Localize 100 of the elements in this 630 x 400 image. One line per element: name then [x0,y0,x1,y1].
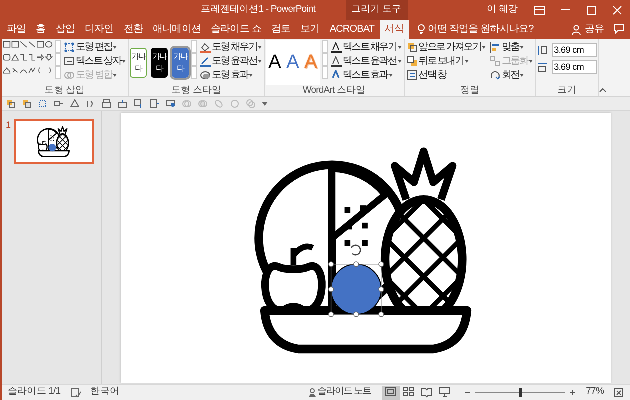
ribbon-command[interactable]: 도형 효과 [198,68,263,82]
plus-icon[interactable] [569,389,576,396]
view-button[interactable] [382,386,400,400]
person-icon [572,24,581,34]
height-field[interactable]: 3.69 cm [552,43,598,57]
pen-icon [200,56,211,66]
shadow-shape-icon [200,70,211,80]
ribbon-tab[interactable]: 보기 [296,20,325,39]
shape-tool-icon[interactable] [54,98,64,108]
user-name: 이 혜강 [486,2,518,17]
ribbon-tab[interactable]: 디자인 [80,20,119,39]
paint-bucket-icon [200,42,211,52]
comment-icon [614,24,625,34]
ribbon-command[interactable]: 텍스트 상자 [63,54,127,68]
ribbon-command[interactable]: 텍스트 채우기 [330,40,403,54]
caret-icon [388,74,393,76]
caret-icon [464,60,469,62]
align-icon [490,42,502,52]
ribbon-command[interactable]: 텍스트 윤곽선 [330,54,403,68]
caret-icon [520,74,524,76]
spell-check-icon[interactable] [70,388,81,398]
ribbon-command[interactable]: 앞으로 가져오기 [406,40,488,54]
slide-counter: 슬라이드 1/1 [8,385,61,400]
context-tab-label: 그리기 도구 [346,0,408,20]
lightbulb-icon [416,24,426,35]
rotate-icon [490,70,502,80]
caret-icon [482,46,486,48]
caret-icon [122,60,126,62]
caret-icon [258,46,262,48]
close-icon [612,6,622,14]
ribbon-tab[interactable]: 파일 [2,20,32,39]
shape-tool-icon[interactable] [118,98,128,108]
caret-icon [398,46,402,48]
maximize-icon [586,6,596,14]
ribbon-command[interactable]: 선택 창 [406,68,488,82]
language-label: 한국어 [90,385,120,400]
ribbon-tab[interactable]: 전환 [118,20,148,39]
shape-tool-icon[interactable] [166,98,176,108]
fit-to-window-icon[interactable] [614,388,624,398]
group-label: 크기 [556,85,578,96]
caret-icon [249,74,254,76]
shape-style-preset[interactable]: 가나다 [130,48,147,78]
ribbon-command[interactable]: 뒤로 보내기 [406,54,488,68]
zoom-level: 77% [586,385,604,400]
ribbon-command[interactable]: 텍스트 효과 [330,68,403,82]
group-label: 도형 스타일 [170,85,223,96]
slide-number: 1 [6,119,11,132]
shape-style-preset[interactable]: 가나다 [172,48,189,78]
window-title: 프레젠테이션1 - PowerPoint [201,2,316,17]
ribbon-tab[interactable]: ACROBAT [324,20,380,39]
shape-tool-icon[interactable] [150,98,160,108]
normal-view-icon [385,387,398,398]
ribbon-command[interactable]: 도형 편집 [63,40,127,54]
share-button[interactable]: 공유 [566,20,609,39]
width-field[interactable]: 3.69 cm [552,60,598,74]
group-label: 도형 삽입 [44,85,86,96]
ribbon-command[interactable]: 맞춤 [489,40,534,54]
edit-points-icon [64,42,75,52]
ribbon-tab[interactable]: 서식 [380,20,409,39]
ribbon-tab[interactable]: 애니메이션 [148,20,206,39]
notes-button[interactable]: 슬라이드 노트 [306,386,372,400]
caret-icon [113,74,118,76]
shape-style-preset[interactable]: 가나다 [150,48,168,78]
shape-tool-icon[interactable] [70,98,80,108]
ribbon-tab[interactable]: 삽입 [50,20,80,39]
minimize-icon [560,9,570,11]
ribbon-tab[interactable]: 슬라이드 쇼 [206,20,266,39]
collapse-ribbon-icon[interactable] [599,87,608,93]
tell-me-field[interactable]: 어떤 작업을 원하시나요? [416,20,538,39]
caret-icon [520,46,524,48]
caret-icon [258,60,262,62]
height-icon [537,44,548,56]
text-box-icon [64,56,75,66]
shape-tool-icon[interactable] [86,98,96,108]
width-icon [537,62,548,72]
group-icon [490,56,502,66]
caret-icon [398,60,402,62]
selected-circle-shape[interactable] [328,244,384,317]
list-pane-icon [406,70,418,80]
ribbon-display-icon [534,6,544,14]
group-label: WordArt 스타일 [302,85,367,96]
caret-icon [113,46,118,48]
letter-a-icon [330,70,342,80]
ribbon-tab[interactable]: 검토 [266,20,296,39]
ribbon-command[interactable]: 도형 채우기 [198,40,263,54]
letter-a-icon [330,42,342,52]
minus-icon[interactable] [464,389,472,396]
shape-tool-icon[interactable] [134,98,144,108]
ribbon-tab[interactable]: 홈 [31,20,51,39]
slide-thumbnail[interactable] [14,119,94,164]
overlapping-circles-icon [64,70,75,80]
ribbon-command[interactable]: 회전 [489,68,534,82]
customize-caret-icon[interactable] [262,102,268,106]
letter-a-icon [330,56,342,66]
ribbon-command[interactable]: 도형 윤곽선 [198,54,263,68]
zoom-slider-thumb[interactable] [518,388,522,397]
book-icon [421,387,434,398]
projector-screen-icon [439,387,452,398]
group-label: 정렬 [459,85,480,96]
shape-tool-icon[interactable] [102,98,112,108]
